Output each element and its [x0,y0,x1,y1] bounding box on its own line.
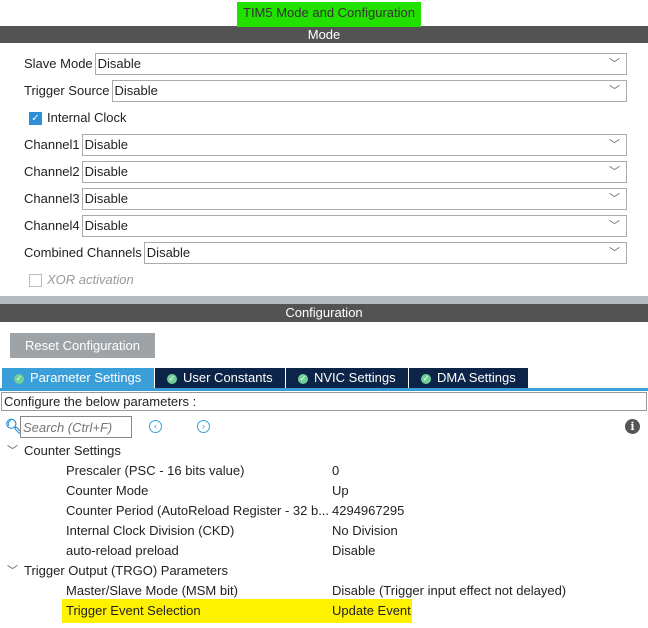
channel4-value: Disable [84,218,129,233]
xor-activation-label: XOR activation [47,272,134,287]
group-label: Counter Settings [24,443,121,458]
param-row[interactable]: Master/Slave Mode (MSM bit) Disable (Trig… [0,581,648,601]
next-result-icon[interactable]: › [197,420,210,433]
tab-label: Parameter Settings [30,370,142,385]
combined-channels-label: Combined Channels [24,245,142,260]
chevron-down-icon: ﹀ [609,193,620,205]
param-value: Update Event [332,603,411,618]
slave-mode-row: Slave Mode Disable ﹀ [24,53,627,75]
channel4-select[interactable]: Disable ﹀ [81,215,627,237]
chevron-down-icon: ﹀ [7,445,18,457]
channel3-select[interactable]: Disable ﹀ [81,188,627,210]
param-row[interactable]: auto-reload preload Disable [0,541,648,561]
tab-dma-settings[interactable]: ✓ DMA Settings [409,368,528,388]
previous-result-icon[interactable]: ‹ [149,420,162,433]
combined-channels-row: Combined Channels Disable ﹀ [24,242,627,264]
tab-parameter-settings[interactable]: ✓ Parameter Settings [2,368,155,388]
slave-mode-value: Disable [97,56,142,71]
channel2-label: Channel2 [24,164,80,179]
param-value: Up [332,483,349,498]
channel4-label: Channel4 [24,218,80,233]
xor-activation-checkbox[interactable]: XOR activation [29,272,134,288]
channel3-row: Channel3 Disable ﹀ [24,188,627,210]
chevron-down-icon: ﹀ [609,166,620,178]
param-value: No Division [332,523,398,538]
trigger-source-select[interactable]: Disable ﹀ [111,80,627,102]
param-row[interactable]: Counter Period (AutoReload Register - 32… [0,501,648,521]
channel1-label: Channel1 [24,137,80,152]
param-name: auto-reload preload [66,543,179,558]
trigger-source-row: Trigger Source Disable ﹀ [24,80,627,102]
channel3-label: Channel3 [24,191,80,206]
chevron-down-icon: ﹀ [609,85,620,97]
checkbox-unchecked-icon [29,274,42,288]
reset-configuration-button[interactable]: Reset Configuration [10,333,155,358]
param-value: 4294967295 [332,503,405,518]
chevron-down-icon: ﹀ [7,565,18,577]
slave-mode-select[interactable]: Disable ﹀ [94,53,627,75]
param-row[interactable]: Counter Mode Up [0,481,648,501]
param-row[interactable]: Internal Clock Division (CKD) No Division [0,521,648,541]
param-name: Counter Period (AutoReload Register - 32… [66,503,330,518]
param-name: Internal Clock Division (CKD) [66,523,235,538]
configure-hint: Configure the below parameters : [1,392,647,411]
channel4-row: Channel4 Disable ﹀ [24,215,627,237]
check-circle-icon: ✓ [421,373,431,384]
mode-header: Mode [0,26,648,43]
param-row[interactable]: Trigger Event Selection Update Event [0,601,648,621]
check-circle-icon: ✓ [167,373,177,384]
channel1-value: Disable [84,137,129,152]
tab-label: User Constants [183,370,273,385]
tab-label: DMA Settings [437,370,516,385]
window-title: TIM5 Mode and Configuration [237,2,421,27]
chevron-down-icon: ﹀ [609,58,620,70]
channel1-select[interactable]: Disable ﹀ [81,134,627,156]
channel1-row: Channel1 Disable ﹀ [24,134,627,156]
configuration-header: Configuration [0,304,648,322]
channel2-select[interactable]: Disable ﹀ [81,161,627,183]
combined-channels-select[interactable]: Disable ﹀ [143,242,627,264]
tab-user-constants[interactable]: ✓ User Constants [155,368,286,388]
param-name: Counter Mode [66,483,149,498]
group-trigger-output[interactable]: ﹀ Trigger Output (TRGO) Parameters [0,561,648,581]
param-name: Prescaler (PSC - 16 bits value) [66,463,245,478]
group-label: Trigger Output (TRGO) Parameters [24,563,228,578]
channel3-value: Disable [84,191,129,206]
group-counter-settings[interactable]: ﹀ Counter Settings [0,441,648,461]
combined-channels-value: Disable [146,245,191,260]
check-circle-icon: ✓ [14,373,24,384]
param-value: Disable [332,543,376,558]
search-input[interactable] [20,416,132,438]
tab-underline [0,388,648,391]
param-row[interactable]: Prescaler (PSC - 16 bits value) 0 [0,461,648,481]
param-name: Master/Slave Mode (MSM bit) [66,583,238,598]
tab-nvic-settings[interactable]: ✓ NVIC Settings [286,368,409,388]
internal-clock-checkbox[interactable]: ✓ Internal Clock [29,110,126,126]
chevron-down-icon: ﹀ [609,220,620,232]
internal-clock-label: Internal Clock [47,110,127,125]
param-value: Disable (Trigger input effect not delaye… [332,583,567,598]
check-circle-icon: ✓ [298,373,308,384]
splitter[interactable] [0,296,648,304]
channel2-value: Disable [84,164,129,179]
info-icon[interactable]: i [625,419,640,434]
channel2-row: Channel2 Disable ﹀ [24,161,627,183]
param-name: Trigger Event Selection [66,603,201,618]
chevron-down-icon: ﹀ [609,247,620,259]
tab-label: NVIC Settings [314,370,396,385]
chevron-down-icon: ﹀ [609,139,620,151]
slave-mode-label: Slave Mode [24,56,93,71]
trigger-source-label: Trigger Source [24,83,110,98]
checkbox-checked-icon: ✓ [29,112,42,126]
trigger-source-value: Disable [114,83,158,98]
param-value: 0 [332,463,340,478]
